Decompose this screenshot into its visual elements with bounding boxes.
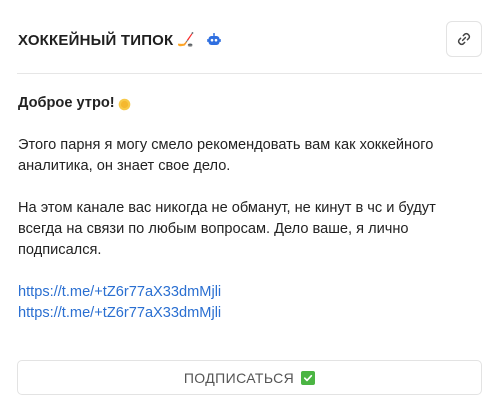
invite-link-1[interactable]: https://t.me/+tZ6r77aX33dmMjli [18, 282, 468, 303]
link-icon [457, 32, 471, 46]
post-paragraph-1: Этого парня я могу смело рекомендовать в… [18, 137, 434, 174]
subscribe-label: ПОДПИСАТЬСЯ [183, 369, 295, 386]
invite-link-2[interactable]: https://t.me/+tZ6r77aX33dmMjli [18, 303, 468, 324]
post-links: https://t.me/+tZ6r77aX33dmMjli https://t… [18, 282, 468, 324]
post-card: ХОККЕЙНЫЙ ТИПОК 🏒 Доброе утро! Этого пар… [0, 0, 489, 409]
post-body: Доброе утро! Этого парня я могу смело ре… [18, 93, 468, 324]
greeting-text: Доброе утро! [18, 95, 115, 111]
check-icon [301, 370, 316, 385]
subscribe-button[interactable]: ПОДПИСАТЬСЯ [17, 360, 482, 395]
greeting: Доброе утро! [18, 93, 468, 114]
post-paragraph-2: На этом канале вас никогда не обманут, н… [18, 200, 436, 258]
channel-title: ХОККЕЙНЫЙ ТИПОК [18, 31, 174, 49]
bot-icon [207, 33, 221, 47]
hockey-stick-icon: 🏒 [177, 32, 195, 48]
sun-icon [118, 97, 131, 111]
copy-link-button[interactable] [446, 21, 482, 57]
header-divider [17, 73, 482, 74]
channel-header: ХОККЕЙНЫЙ ТИПОК 🏒 [18, 28, 221, 52]
